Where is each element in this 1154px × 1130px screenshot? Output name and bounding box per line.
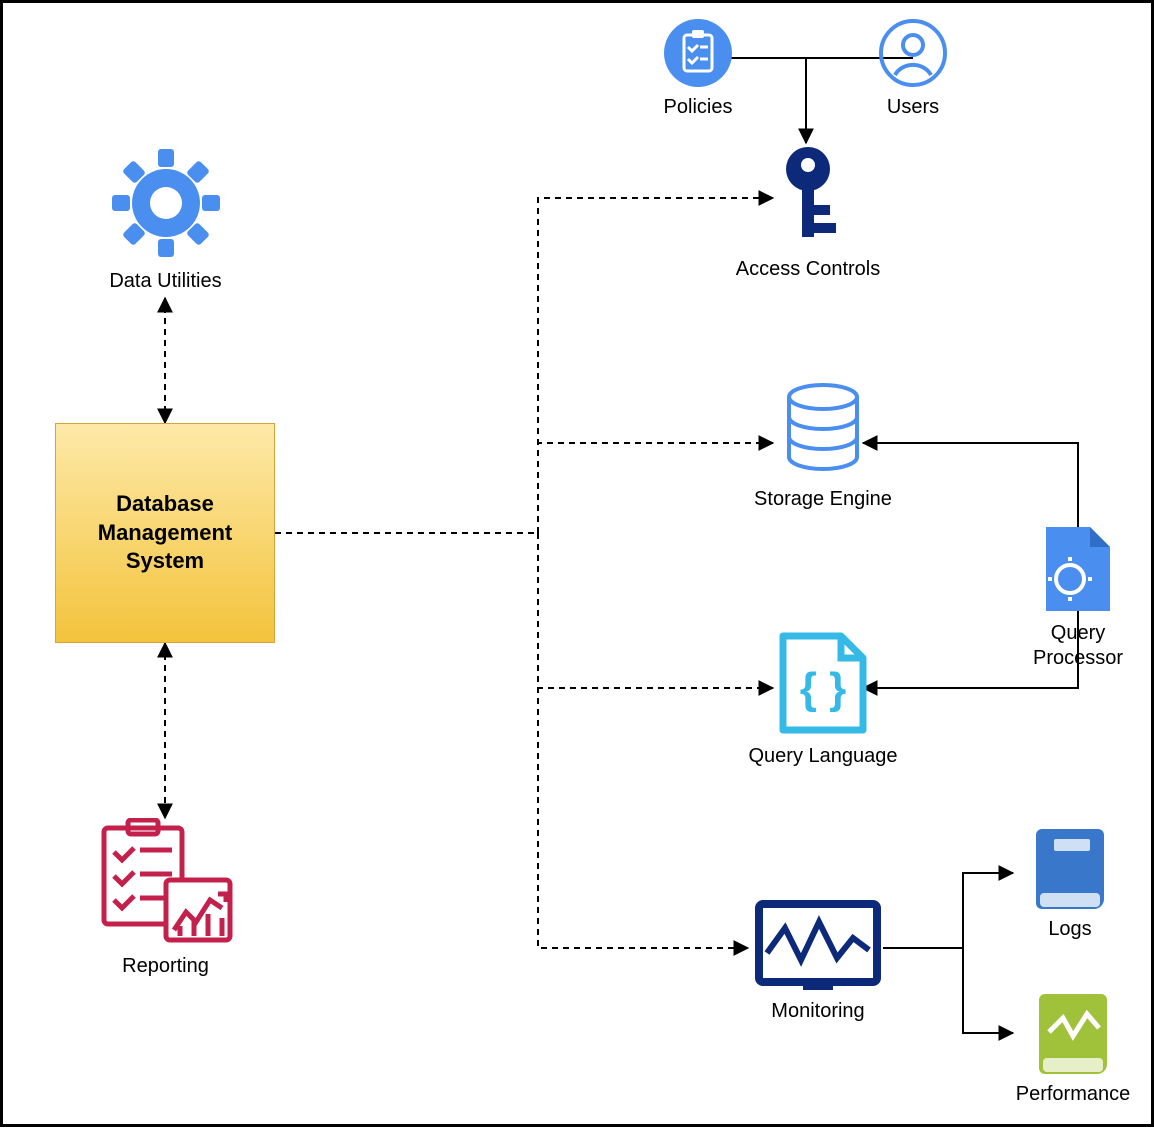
logs-label: Logs: [1015, 917, 1125, 942]
node-monitoring: Monitoring: [748, 898, 888, 1024]
performance-icon: [1003, 988, 1143, 1076]
reporting-icon: [88, 818, 243, 948]
node-data-utilities: Data Utilities: [88, 143, 243, 294]
logs-icon: [1015, 823, 1125, 911]
users-icon: [853, 17, 973, 89]
users-label: Users: [853, 95, 973, 120]
node-reporting: Reporting: [88, 818, 243, 979]
storage-engine-label: Storage Engine: [738, 487, 908, 512]
data-utilities-label: Data Utilities: [88, 269, 243, 294]
reporting-label: Reporting: [88, 954, 243, 979]
query-language-icon: { }: [733, 628, 913, 738]
access-controls-icon: [723, 141, 893, 251]
node-policies: Policies: [633, 17, 763, 120]
query-processor-icon: [1013, 523, 1143, 615]
performance-label: Performance: [1003, 1082, 1143, 1107]
node-query-processor: Query Processor: [1013, 523, 1143, 671]
query-language-label: Query Language: [733, 744, 913, 769]
dbms-label: Database Management System: [98, 490, 232, 576]
storage-engine-icon: [738, 381, 908, 481]
monitoring-label: Monitoring: [748, 999, 888, 1024]
node-logs: Logs: [1015, 823, 1125, 942]
diagram-canvas: Policies Users: [0, 0, 1154, 1127]
node-query-language: { } Query Language: [733, 628, 913, 769]
node-performance: Performance: [1003, 988, 1143, 1107]
node-users: Users: [853, 17, 973, 120]
svg-text:{ }: { }: [800, 664, 846, 713]
node-access-controls: Access Controls: [723, 141, 893, 282]
query-processor-label: Query Processor: [1013, 621, 1143, 671]
policies-label: Policies: [633, 95, 763, 120]
node-dbms: Database Management System: [55, 423, 275, 643]
data-utilities-icon: [88, 143, 243, 263]
node-storage-engine: Storage Engine: [738, 381, 908, 512]
policies-icon: [633, 17, 763, 89]
access-controls-label: Access Controls: [723, 257, 893, 282]
monitoring-icon: [748, 898, 888, 993]
